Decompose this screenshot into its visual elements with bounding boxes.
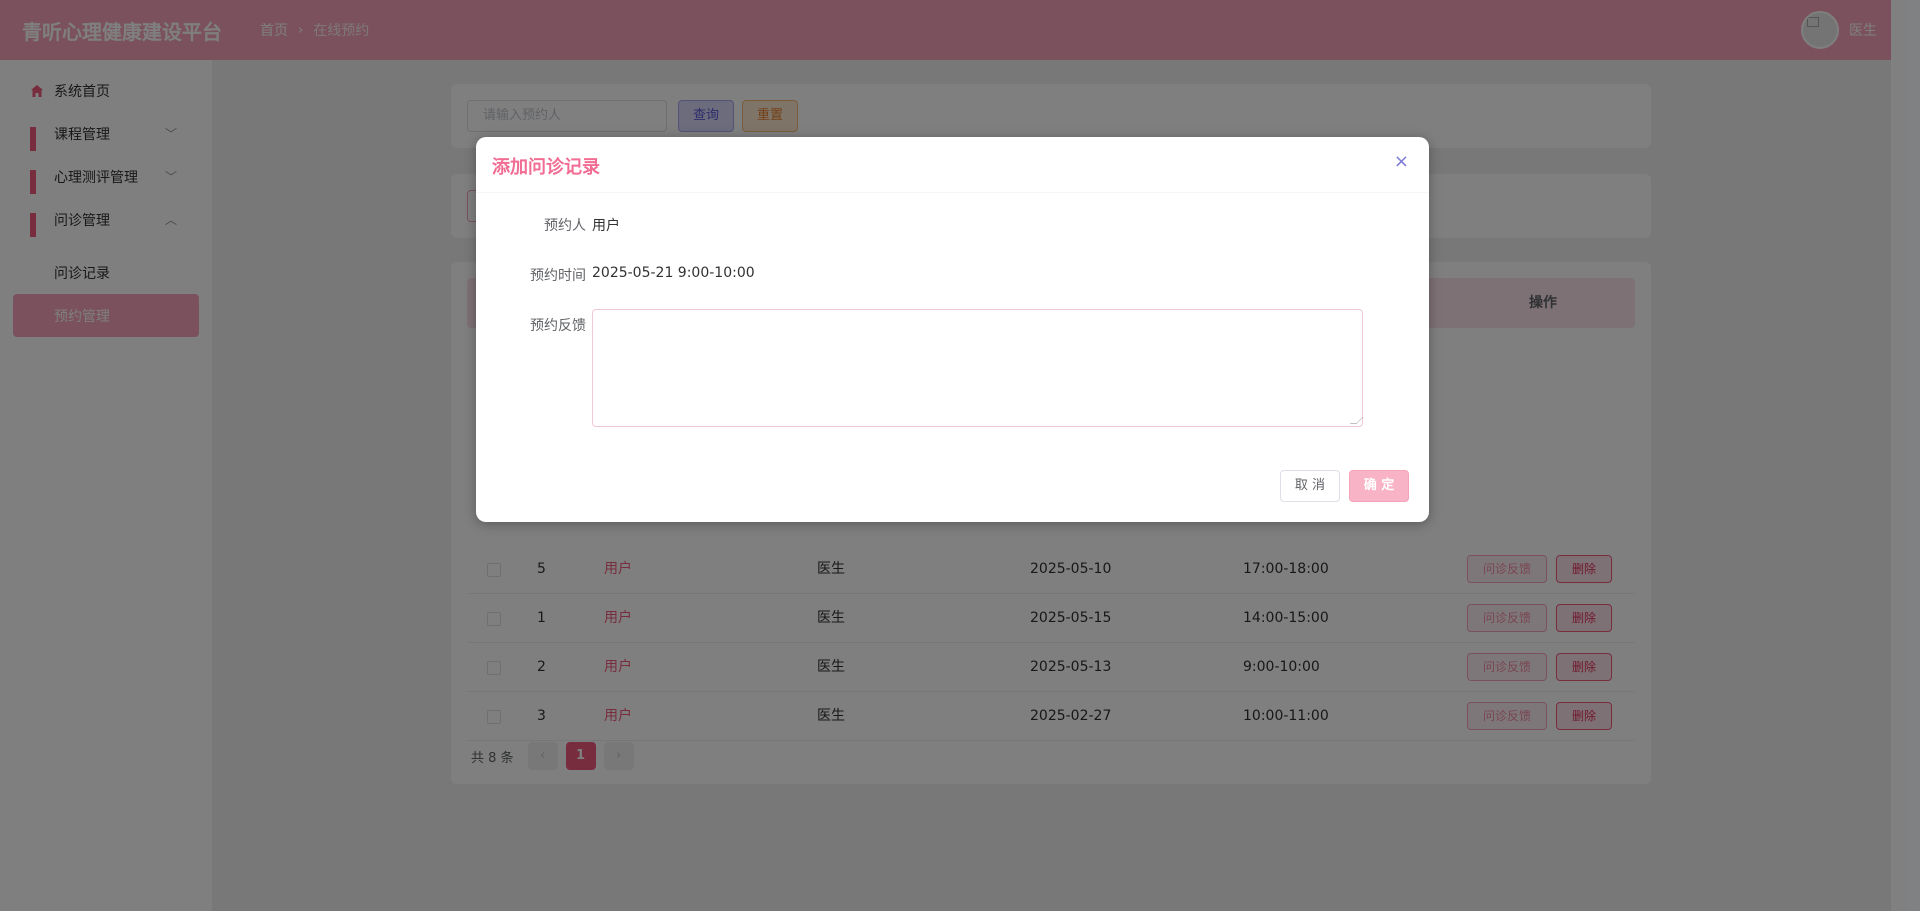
- person-value: 用户: [592, 218, 620, 234]
- confirm-button[interactable]: 确 定: [1349, 470, 1409, 502]
- dialog-header: 添加问诊记录 ×: [476, 137, 1429, 193]
- time-value: 2025-05-21 9:00-10:00: [592, 265, 755, 281]
- cancel-button[interactable]: 取 消: [1280, 470, 1340, 502]
- feedback-label: 预约反馈: [530, 318, 586, 334]
- close-icon[interactable]: ×: [1394, 153, 1409, 171]
- add-record-dialog: 添加问诊记录 × 预约人 用户 预约时间 2025-05-21 9:00-10:…: [476, 137, 1429, 522]
- time-label: 预约时间: [530, 268, 586, 284]
- feedback-textarea[interactable]: [592, 309, 1363, 427]
- page-scrollbar[interactable]: [1891, 0, 1920, 911]
- person-label: 预约人: [544, 218, 586, 234]
- dialog-title: 添加问诊记录: [492, 157, 600, 178]
